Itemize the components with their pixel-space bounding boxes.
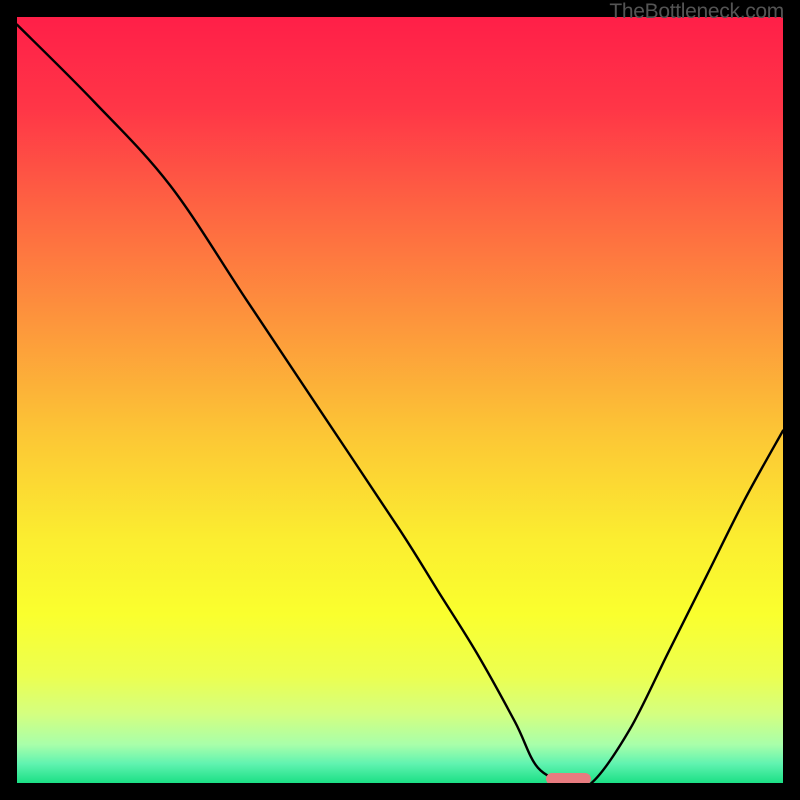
- chart-container: TheBottleneck.com: [0, 0, 800, 800]
- bottleneck-curve: [17, 17, 783, 783]
- plot-area: [17, 17, 783, 783]
- optimal-marker: [546, 773, 592, 783]
- watermark-text: TheBottleneck.com: [609, 0, 784, 24]
